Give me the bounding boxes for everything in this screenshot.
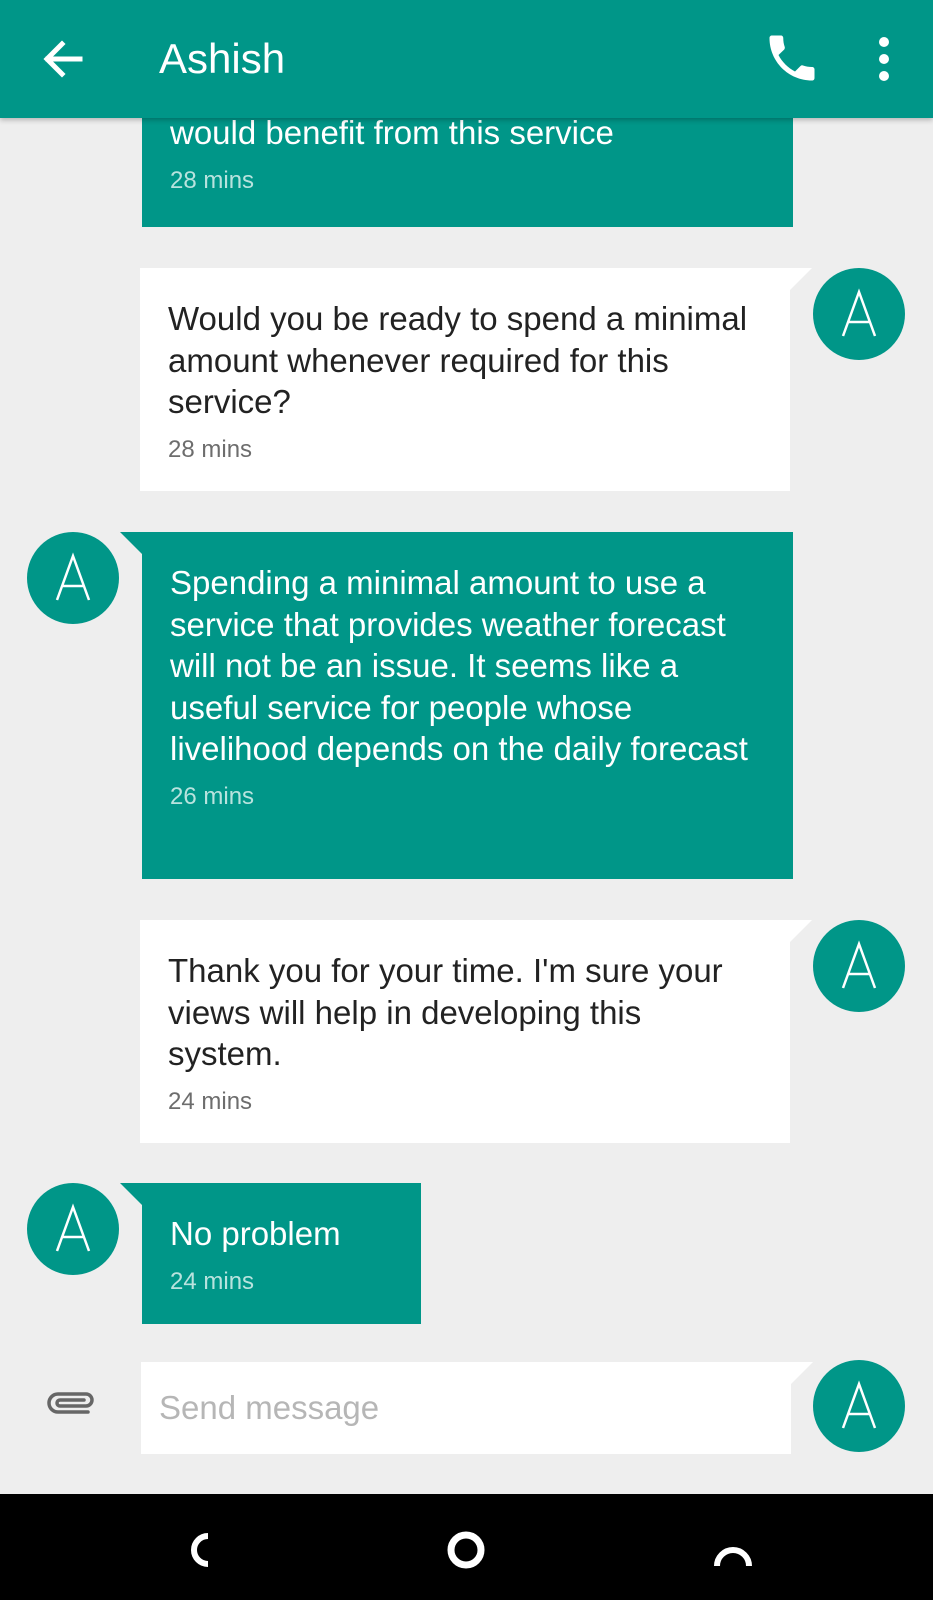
avatar-letter-icon [55, 552, 91, 601]
message-bubble-sent[interactable]: Spending a minimal amount to use a servi… [142, 532, 793, 879]
message-bubble-received[interactable]: Would you be ready to spend a minimal am… [140, 268, 790, 491]
app-bar: Ashish [0, 0, 933, 118]
avatar-letter-icon [841, 288, 877, 337]
send-message-input[interactable] [141, 1362, 791, 1454]
contact-name: Ashish [159, 35, 286, 82]
avatar[interactable] [813, 920, 905, 1012]
message-bubble-sent[interactable]: No problem 24 mins [142, 1183, 421, 1324]
bubble-tail [120, 1183, 142, 1205]
message-text: would benefit from this service [170, 114, 614, 151]
avatar[interactable] [27, 532, 119, 624]
back-arc-icon[interactable] [172, 1522, 232, 1578]
home-circle-icon[interactable] [436, 1522, 496, 1578]
phone-icon[interactable] [762, 28, 822, 88]
message-time: 28 mins [168, 435, 253, 463]
message-time: 24 mins [168, 1087, 253, 1115]
message-time: 24 mins [170, 1267, 255, 1295]
message-text: No problem [170, 1215, 341, 1252]
recents-arc-icon[interactable] [703, 1522, 763, 1578]
avatar-letter-icon [841, 1380, 877, 1429]
avatar-letter-icon [55, 1203, 91, 1252]
message-time: 28 mins [170, 166, 255, 194]
message-time: 26 mins [170, 782, 255, 810]
more-options-icon[interactable] [866, 30, 902, 88]
system-navigation-bar [0, 1494, 933, 1600]
avatar[interactable] [813, 1360, 905, 1452]
message-text: Spending a minimal amount to use a servi… [170, 564, 748, 767]
bubble-tail [120, 532, 142, 554]
avatar[interactable] [27, 1183, 119, 1275]
back-arrow-icon[interactable] [34, 30, 92, 88]
avatar-letter-icon [841, 940, 877, 989]
bubble-tail [790, 268, 812, 290]
message-text: Would you be ready to spend a minimal am… [168, 300, 748, 420]
paperclip-icon[interactable] [44, 1386, 100, 1426]
bubble-tail [790, 920, 812, 942]
bubble-tail [791, 1362, 813, 1384]
avatar[interactable] [813, 268, 905, 360]
message-text: Thank you for your time. I'm sure your v… [168, 952, 723, 1072]
message-bubble-received[interactable]: Thank you for your time. I'm sure your v… [140, 920, 790, 1143]
